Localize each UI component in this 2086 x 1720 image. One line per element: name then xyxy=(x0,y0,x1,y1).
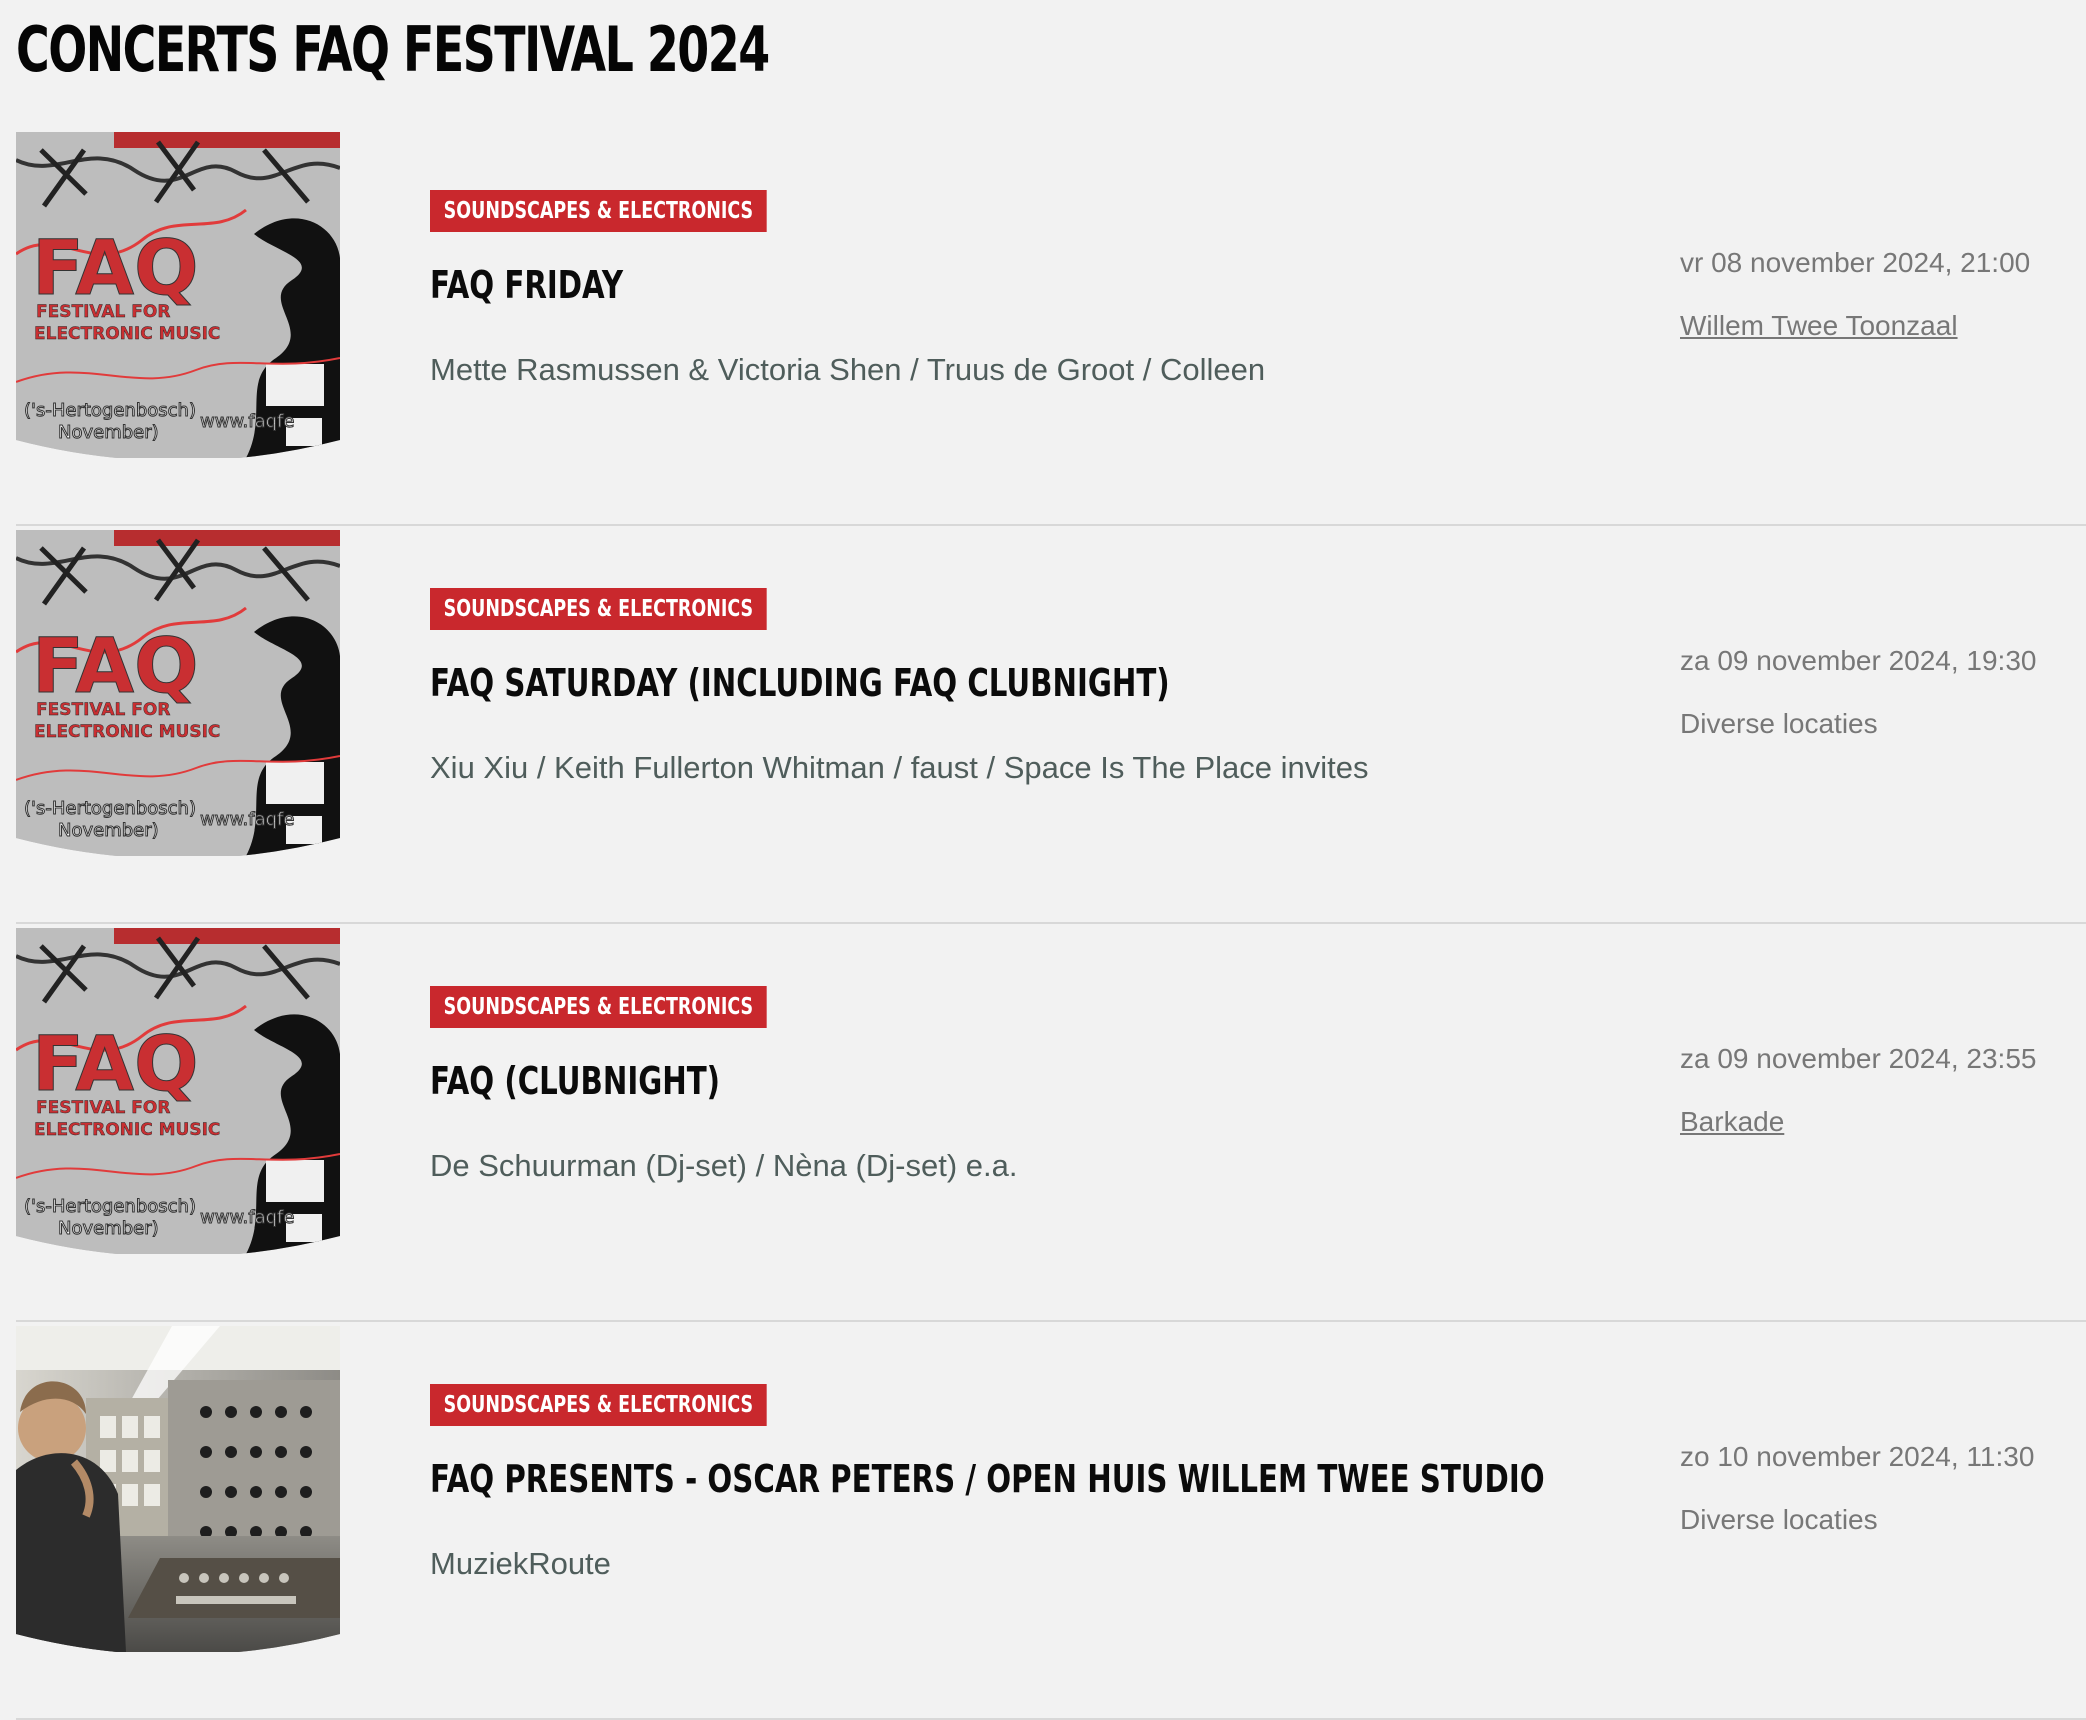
page-title: CONCERTS FAQ FESTIVAL 2024 xyxy=(16,13,770,86)
concert-date: za 09 november 2024, 19:30 xyxy=(1680,645,2037,676)
concert-title[interactable]: FAQ SATURDAY (INCLUDING FAQ CLUBNIGHT) xyxy=(430,658,1170,708)
concert-date: vr 08 november 2024, 21:00 xyxy=(1680,247,2031,278)
svg-text:ELECTRONIC MUSIC: ELECTRONIC MUSIC xyxy=(34,324,220,344)
svg-text:FAQ: FAQ xyxy=(32,223,199,312)
svg-text:FAQ: FAQ xyxy=(32,1019,199,1108)
concert-image[interactable] xyxy=(16,1326,340,1652)
svg-text:FESTIVAL FOR: FESTIVAL FOR xyxy=(36,302,170,322)
svg-text:ELECTRONIC MUSIC: ELECTRONIC MUSIC xyxy=(34,722,220,742)
concert-image[interactable]: FAQ FESTIVAL FOR ELECTRONIC MUSIC ('s-He… xyxy=(16,928,340,1254)
svg-text:www.faqfe: www.faqfe xyxy=(200,1207,294,1228)
concert-artists: Xiu Xiu / Keith Fullerton Whitman / faus… xyxy=(430,750,1369,785)
concert-date: zo 10 november 2024, 11:30 xyxy=(1680,1441,2035,1472)
svg-text:('s-Hertogenbosch): ('s-Hertogenbosch) xyxy=(24,798,196,819)
genre-badge[interactable]: SOUNDSCAPES & ELECTRONICS xyxy=(430,190,767,232)
svg-text:FESTIVAL FOR: FESTIVAL FOR xyxy=(36,700,170,720)
concert-artists: MuziekRoute xyxy=(430,1546,611,1581)
venue-link[interactable]: Barkade xyxy=(1680,1103,1784,1141)
concert-title[interactable]: FAQ PRESENTS - OSCAR PETERS / OPEN HUIS … xyxy=(430,1454,1545,1504)
svg-text:ELECTRONIC MUSIC: ELECTRONIC MUSIC xyxy=(34,1120,220,1140)
svg-text:www.faqfe: www.faqfe xyxy=(200,809,294,830)
venue-text: Diverse locaties xyxy=(1680,708,1878,739)
faq-poster-image: FAQ FESTIVAL FOR ELECTRONIC MUSIC ('s-He… xyxy=(16,132,340,458)
svg-text:('s-Hertogenbosch): ('s-Hertogenbosch) xyxy=(24,1196,196,1217)
svg-text:FESTIVAL FOR: FESTIVAL FOR xyxy=(36,1098,170,1118)
svg-text:November): November) xyxy=(58,1218,159,1239)
venue-text: Diverse locaties xyxy=(1680,1504,1878,1535)
svg-text:November): November) xyxy=(58,820,159,841)
concert-title[interactable]: FAQ FRIDAY xyxy=(430,260,623,310)
concert-meta: zo 10 november 2024, 11:30 Diverse locat… xyxy=(1680,1438,2050,1539)
concert-image[interactable]: FAQ FESTIVAL FOR ELECTRONIC MUSIC ('s-He… xyxy=(16,530,340,856)
concert-artists: Mette Rasmussen & Victoria Shen / Truus … xyxy=(430,352,1266,387)
genre-badge[interactable]: SOUNDSCAPES & ELECTRONICS xyxy=(430,986,767,1028)
concert-meta: vr 08 november 2024, 21:00 Willem Twee T… xyxy=(1680,244,2050,345)
concert-row[interactable]: FAQ FESTIVAL FOR ELECTRONIC MUSIC ('s-He… xyxy=(16,526,2086,924)
faq-poster-image: FAQ FESTIVAL FOR ELECTRONIC MUSIC ('s-He… xyxy=(16,928,340,1254)
venue-link[interactable]: Willem Twee Toonzaal xyxy=(1680,307,1958,345)
concert-image[interactable]: FAQ FESTIVAL FOR ELECTRONIC MUSIC ('s-He… xyxy=(16,132,340,458)
faq-poster-image: FAQ FESTIVAL FOR ELECTRONIC MUSIC ('s-He… xyxy=(16,530,340,856)
concert-row[interactable]: SOUNDSCAPES & ELECTRONICS FAQ PRESENTS -… xyxy=(16,1322,2086,1720)
concert-meta: za 09 november 2024, 23:55 Barkade xyxy=(1680,1040,2050,1141)
concert-row[interactable]: FAQ FESTIVAL FOR ELECTRONIC MUSIC ('s-He… xyxy=(16,924,2086,1322)
svg-text:www.faqfe: www.faqfe xyxy=(200,411,294,432)
concert-date: za 09 november 2024, 23:55 xyxy=(1680,1043,2037,1074)
studio-photo-image xyxy=(16,1326,340,1652)
concert-title[interactable]: FAQ (CLUBNIGHT) xyxy=(430,1056,720,1106)
svg-text:('s-Hertogenbosch): ('s-Hertogenbosch) xyxy=(24,400,196,421)
concert-row[interactable]: FAQ FESTIVAL FOR ELECTRONIC MUSIC ('s-He… xyxy=(16,128,2086,526)
svg-text:FAQ: FAQ xyxy=(32,621,199,710)
concert-artists: De Schuurman (Dj-set) / Nèna (Dj-set) e.… xyxy=(430,1148,1018,1183)
genre-badge[interactable]: SOUNDSCAPES & ELECTRONICS xyxy=(430,1384,767,1426)
genre-badge[interactable]: SOUNDSCAPES & ELECTRONICS xyxy=(430,588,767,630)
concert-meta: za 09 november 2024, 19:30 Diverse locat… xyxy=(1680,642,2050,743)
svg-text:November): November) xyxy=(58,422,159,443)
concerts-page: CONCERTS FAQ FESTIVAL 2024 FAQ FESTIVAL … xyxy=(0,0,2086,1720)
concert-list: FAQ FESTIVAL FOR ELECTRONIC MUSIC ('s-He… xyxy=(16,128,2086,1720)
